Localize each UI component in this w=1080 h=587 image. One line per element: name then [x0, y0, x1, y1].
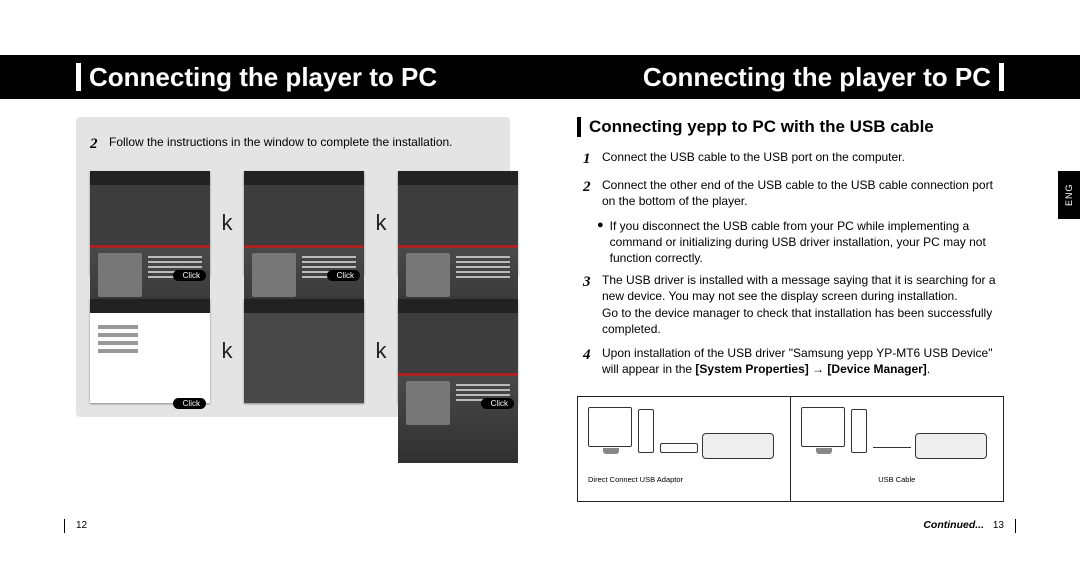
player-device-icon [702, 433, 774, 459]
step-number: 2 [583, 177, 596, 197]
arrow-icon: k [370, 210, 392, 236]
right-step-3: 3 The USB driver is installed with a mes… [583, 272, 1004, 337]
right-step-4: 4 Upon installation of the USB driver "S… [583, 345, 1004, 377]
click-callout: Click [327, 270, 360, 281]
step-number: 2 [90, 135, 103, 155]
click-callout: Click [481, 398, 514, 409]
arrow-icon: k [370, 338, 392, 364]
monitor-icon [801, 407, 845, 447]
header-title-left: Connecting the player to PC [89, 62, 437, 93]
diagram-usb-cable: USB Cable [791, 397, 1004, 501]
right-step-1: 1 Connect the USB cable to the USB port … [583, 149, 1004, 169]
pc-tower-icon [638, 409, 654, 453]
install-screenshot: Click [90, 299, 210, 403]
subheading: Connecting yepp to PC with the USB cable [577, 117, 1004, 137]
diagram-caption: Direct Connect USB Adaptor [588, 475, 780, 484]
page-separator [64, 519, 65, 533]
step-number: 1 [583, 149, 596, 169]
language-tab: ENG [1058, 171, 1080, 219]
click-callout: Click [173, 270, 206, 281]
page-right: ENG Connecting yepp to PC with the USB c… [540, 99, 1080, 559]
step-number: 4 [583, 345, 596, 365]
content-area: 2 Follow the instructions in the window … [0, 99, 1080, 559]
page-number-left: 12 [76, 520, 87, 531]
install-screenshot: Click [244, 171, 364, 275]
usb-adaptor-icon [660, 443, 698, 453]
header-accent-bar [76, 63, 81, 91]
header-bar: Connecting the player to PC Connecting t… [0, 55, 1080, 99]
bullet-text: If you disconnect the USB cable from you… [610, 218, 1004, 267]
install-screenshot: Click [398, 299, 518, 403]
install-screenshot: Click [90, 171, 210, 275]
header-title-right: Connecting the player to PC [643, 62, 991, 93]
subheading-text: Connecting yepp to PC with the USB cable [589, 117, 934, 137]
thumb-row-2: Click k k Clic [90, 299, 518, 403]
step-text: Connect the USB cable to the USB port on… [602, 149, 1004, 165]
page-number-right: 13 [993, 520, 1004, 531]
connection-diagram: Direct Connect USB Adaptor USB Cable [577, 396, 1004, 502]
step-text: Connect the other end of the USB cable t… [602, 177, 1004, 209]
diagram-direct-adaptor: Direct Connect USB Adaptor [578, 397, 791, 501]
header-accent-bar [999, 63, 1004, 91]
player-device-icon [915, 433, 987, 459]
pc-tower-icon [851, 409, 867, 453]
right-step-2: 2 Connect the other end of the USB cable… [583, 177, 1004, 209]
step-text: Follow the instructions in the window to… [109, 135, 496, 151]
page-left: 2 Follow the instructions in the window … [0, 99, 540, 559]
step4-bold: [System Properties] → [Device Manager] [695, 362, 926, 376]
instruction-panel: 2 Follow the instructions in the window … [76, 117, 510, 417]
bullet-icon: ● [597, 218, 604, 267]
step-text: The USB driver is installed with a messa… [602, 272, 1004, 337]
screenshot-grid: Click k Click k [90, 171, 496, 403]
step-text: Upon installation of the USB driver "Sam… [602, 345, 1004, 377]
left-step-2: 2 Follow the instructions in the window … [90, 135, 496, 155]
arrow-icon: k [216, 210, 238, 236]
step4-post: . [927, 362, 930, 376]
right-step-2-bullet: ● If you disconnect the USB cable from y… [597, 218, 1004, 267]
diagram-caption: USB Cable [801, 475, 994, 484]
step3-line-b: Go to the device manager to check that i… [602, 306, 992, 336]
arrow-icon: k [216, 338, 238, 364]
step-number: 3 [583, 272, 596, 292]
usb-cable-icon [873, 447, 912, 448]
monitor-icon [588, 407, 632, 447]
thumb-row-1: Click k Click k [90, 171, 518, 275]
page-separator [1015, 519, 1016, 533]
click-callout: Click [173, 398, 206, 409]
header-right: Connecting the player to PC [643, 62, 1004, 93]
continued-label: Continued... [923, 519, 984, 531]
right-step-list: 1 Connect the USB cable to the USB port … [583, 149, 1004, 377]
step3-line-a: The USB driver is installed with a messa… [602, 273, 996, 303]
install-screenshot [244, 299, 364, 403]
header-left: Connecting the player to PC [76, 62, 437, 93]
subheading-accent [577, 117, 581, 137]
install-screenshot [398, 171, 518, 275]
